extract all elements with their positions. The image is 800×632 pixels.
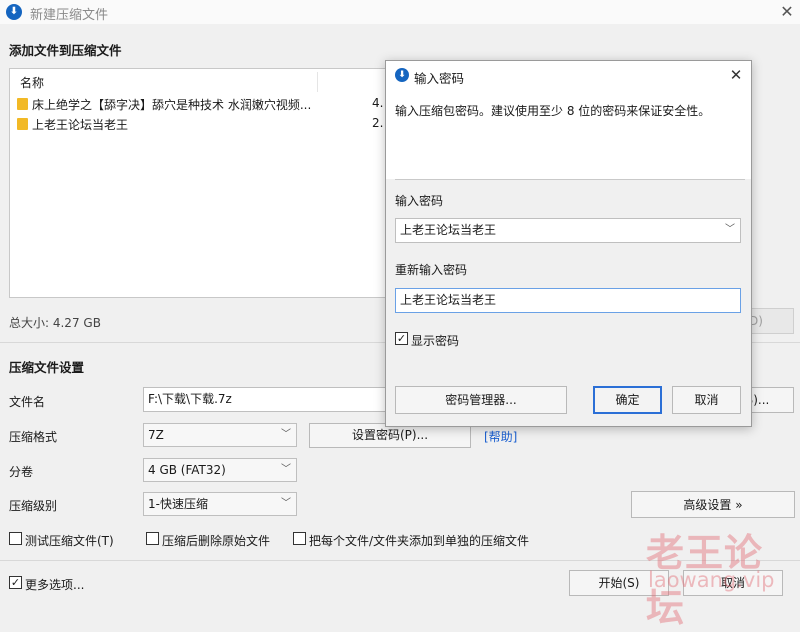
volume-select[interactable]: 4 GB (FAT32) ﹀: [143, 458, 297, 482]
watermark: 老王论坛 laowang.vip: [618, 522, 798, 630]
dialog-description-area: 输入压缩包密码。建议使用至少 8 位的密码来保证安全性。: [386, 89, 751, 179]
folder-icon: [17, 98, 28, 110]
folder-icon: [17, 118, 28, 130]
compression-level-label: 压缩级别: [9, 499, 58, 513]
show-password-label: 显示密码: [411, 334, 460, 348]
archive-app-icon: ⬇: [6, 4, 22, 20]
ok-button[interactable]: 确定: [593, 386, 662, 414]
show-password-checkbox[interactable]: ✓: [395, 332, 408, 345]
filename-input[interactable]: F:\下载\下载.7z: [143, 387, 389, 412]
password-manager-button[interactable]: 密码管理器...: [395, 386, 567, 414]
advanced-settings-button[interactable]: 高级设置 »: [631, 491, 795, 518]
add-files-section-title: 添加文件到压缩文件: [9, 43, 122, 58]
archive-app-icon: ⬇: [395, 68, 409, 82]
settings-section-title: 压缩文件设置: [9, 360, 85, 375]
separate-archive-label: 把每个文件/文件夹添加到单独的压缩文件: [309, 534, 530, 548]
list-item-name: 上老王论坛当老王: [32, 118, 129, 132]
list-item[interactable]: 上老王论坛当老王 2.: [17, 116, 389, 134]
format-value: 7Z: [148, 428, 164, 442]
dialog-cancel-button[interactable]: 取消: [672, 386, 741, 414]
separate-archive-checkbox[interactable]: [293, 532, 306, 545]
dialog-description: 输入压缩包密码。建议使用至少 8 位的密码来保证安全性。: [395, 104, 711, 118]
list-item[interactable]: 床上绝学之【舔字决】舔穴是种技术 水润嫩穴视频... 4.: [17, 96, 389, 114]
watermark-url: laowang.vip: [648, 568, 775, 592]
password-value: 上老王论坛当老王: [400, 223, 497, 237]
password-input[interactable]: 上老王论坛当老王 ﹀: [395, 218, 741, 243]
reenter-password-label: 重新输入密码: [395, 263, 468, 277]
delete-after-checkbox[interactable]: [146, 532, 159, 545]
dialog-titlebar: ⬇ 输入密码 ✕: [386, 61, 751, 89]
compression-level-select[interactable]: 1-快速压缩 ﹀: [143, 492, 297, 516]
volume-value: 4 GB (FAT32): [148, 463, 226, 477]
close-icon[interactable]: ✕: [776, 1, 798, 23]
dialog-title: 输入密码: [414, 71, 465, 86]
close-icon[interactable]: ✕: [726, 65, 746, 85]
format-label: 压缩格式: [9, 430, 58, 444]
chevron-down-icon: ﹀: [281, 498, 291, 509]
total-size-label: 总大小: 4.27 GB: [9, 316, 101, 330]
dialog-divider: [395, 179, 745, 180]
compression-level-value: 1-快速压缩: [148, 497, 208, 511]
list-item-size: 4.: [372, 96, 384, 110]
reenter-password-input[interactable]: 上老王论坛当老王: [395, 288, 741, 313]
password-label: 输入密码: [395, 194, 444, 208]
chevron-down-icon[interactable]: ﹀: [725, 219, 735, 241]
delete-after-label: 压缩后删除原始文件: [162, 534, 271, 548]
more-options-label: 更多选项...: [25, 578, 85, 592]
test-archive-checkbox[interactable]: [9, 532, 22, 545]
test-archive-label: 测试压缩文件(T): [25, 534, 114, 548]
help-link[interactable]: [帮助]: [484, 428, 517, 445]
more-options-checkbox[interactable]: ✓: [9, 576, 22, 589]
window-titlebar: ⬇ 新建压缩文件 ✕: [0, 0, 800, 24]
volume-label: 分卷: [9, 465, 34, 479]
list-item-name: 床上绝学之【舔字决】舔穴是种技术 水润嫩穴视频...: [32, 98, 312, 112]
filename-label: 文件名: [9, 395, 46, 409]
chevron-down-icon: ﹀: [281, 464, 291, 475]
column-header-name[interactable]: 名称: [20, 74, 44, 91]
format-select[interactable]: 7Z ﹀: [143, 423, 297, 447]
list-item-size: 2.: [372, 116, 384, 130]
chevron-down-icon: ﹀: [281, 429, 291, 440]
column-separator[interactable]: [317, 72, 318, 92]
password-dialog: ⬇ 输入密码 ✕ 输入压缩包密码。建议使用至少 8 位的密码来保证安全性。 输入…: [385, 60, 752, 427]
window-title: 新建压缩文件: [30, 8, 109, 23]
